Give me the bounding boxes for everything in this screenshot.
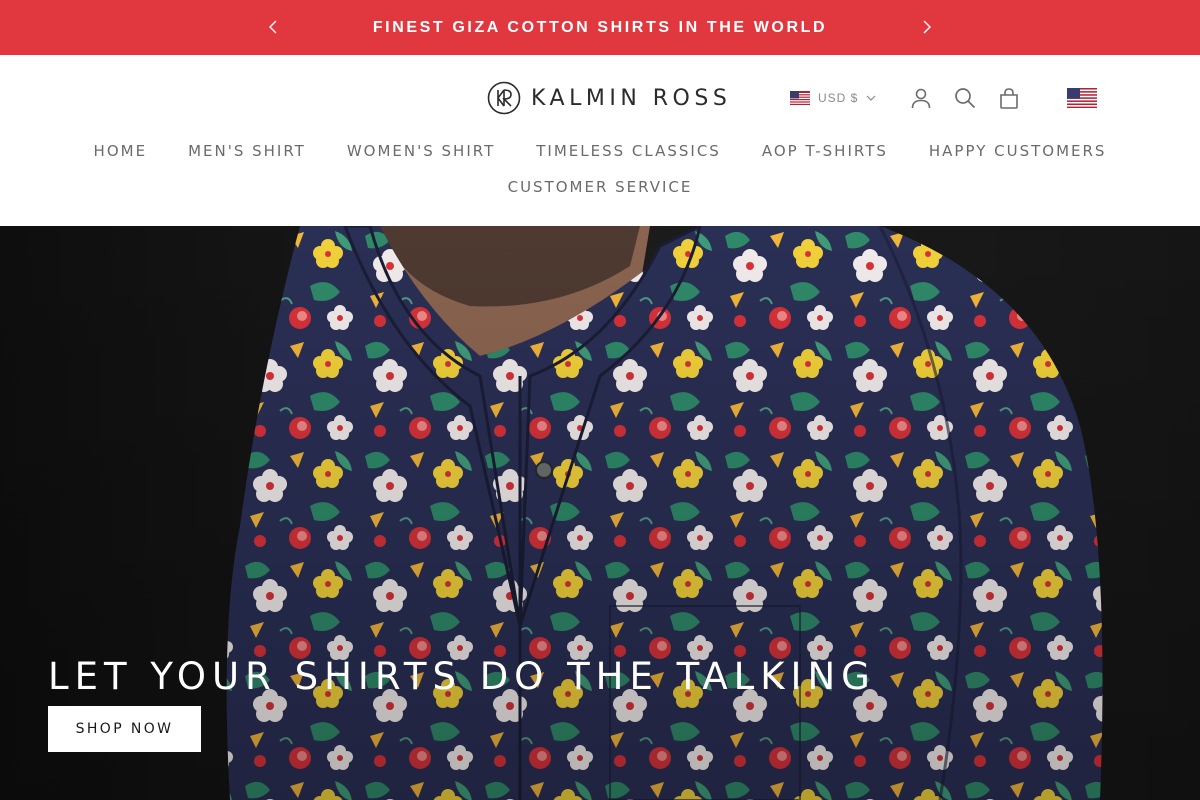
- announcement-prev-button[interactable]: [262, 16, 284, 38]
- announcement-next-button[interactable]: [916, 16, 938, 38]
- announcement-message: FINEST GIZA COTTON SHIRTS IN THE WORLD: [372, 18, 828, 36]
- nav-row-primary: HOME MEN'S SHIRT WOMEN'S SHIRT TIMELESS …: [0, 141, 1200, 161]
- account-icon: [911, 88, 931, 109]
- search-icon: [955, 88, 976, 109]
- us-flag-icon: [1067, 88, 1097, 108]
- shopping-bag-icon: [1000, 88, 1018, 109]
- nav-item-happy-customers[interactable]: HAPPY CUSTOMERS: [929, 141, 1107, 161]
- main-navigation: HOME MEN'S SHIRT WOMEN'S SHIRT TIMELESS …: [0, 141, 1200, 197]
- cart-button[interactable]: [997, 86, 1021, 110]
- account-button[interactable]: [909, 86, 933, 110]
- nav-row-secondary: CUSTOMER SERVICE: [0, 177, 1200, 197]
- hero-title: LET YOUR SHIRTS DO THE TALKING: [48, 654, 876, 698]
- search-button[interactable]: [953, 86, 977, 110]
- nav-item-aop-t-shirts[interactable]: AOP T-SHIRTS: [762, 141, 888, 161]
- chevron-left-icon: [269, 20, 277, 34]
- nav-item-customer-service[interactable]: CUSTOMER SERVICE: [508, 177, 693, 197]
- nav-item-timeless-classics[interactable]: TIMELESS CLASSICS: [536, 141, 721, 161]
- currency-selector[interactable]: USD $: [790, 90, 876, 106]
- nav-item-home[interactable]: HOME: [94, 141, 148, 161]
- announcement-bar: FINEST GIZA COTTON SHIRTS IN THE WORLD: [0, 0, 1200, 55]
- nav-item-mens-shirt[interactable]: MEN'S SHIRT: [188, 141, 306, 161]
- hero-banner: LET YOUR SHIRTS DO THE TALKING SHOP NOW: [0, 226, 1200, 800]
- country-flag-button[interactable]: [1067, 88, 1097, 113]
- site-header: KALMIN ROSS USD $ HOME MEN'S SHIRT WOMEN…: [0, 55, 1200, 226]
- shop-now-button[interactable]: SHOP NOW: [48, 706, 201, 752]
- chevron-down-icon: [866, 95, 876, 101]
- site-logo[interactable]: KALMIN ROSS: [487, 81, 731, 115]
- kr-monogram-icon: [487, 81, 521, 115]
- nav-item-womens-shirt[interactable]: WOMEN'S SHIRT: [347, 141, 495, 161]
- chevron-right-icon: [923, 20, 931, 34]
- currency-label: USD $: [818, 91, 859, 105]
- us-flag-icon: [790, 91, 810, 105]
- logo-wordmark: KALMIN ROSS: [531, 85, 732, 111]
